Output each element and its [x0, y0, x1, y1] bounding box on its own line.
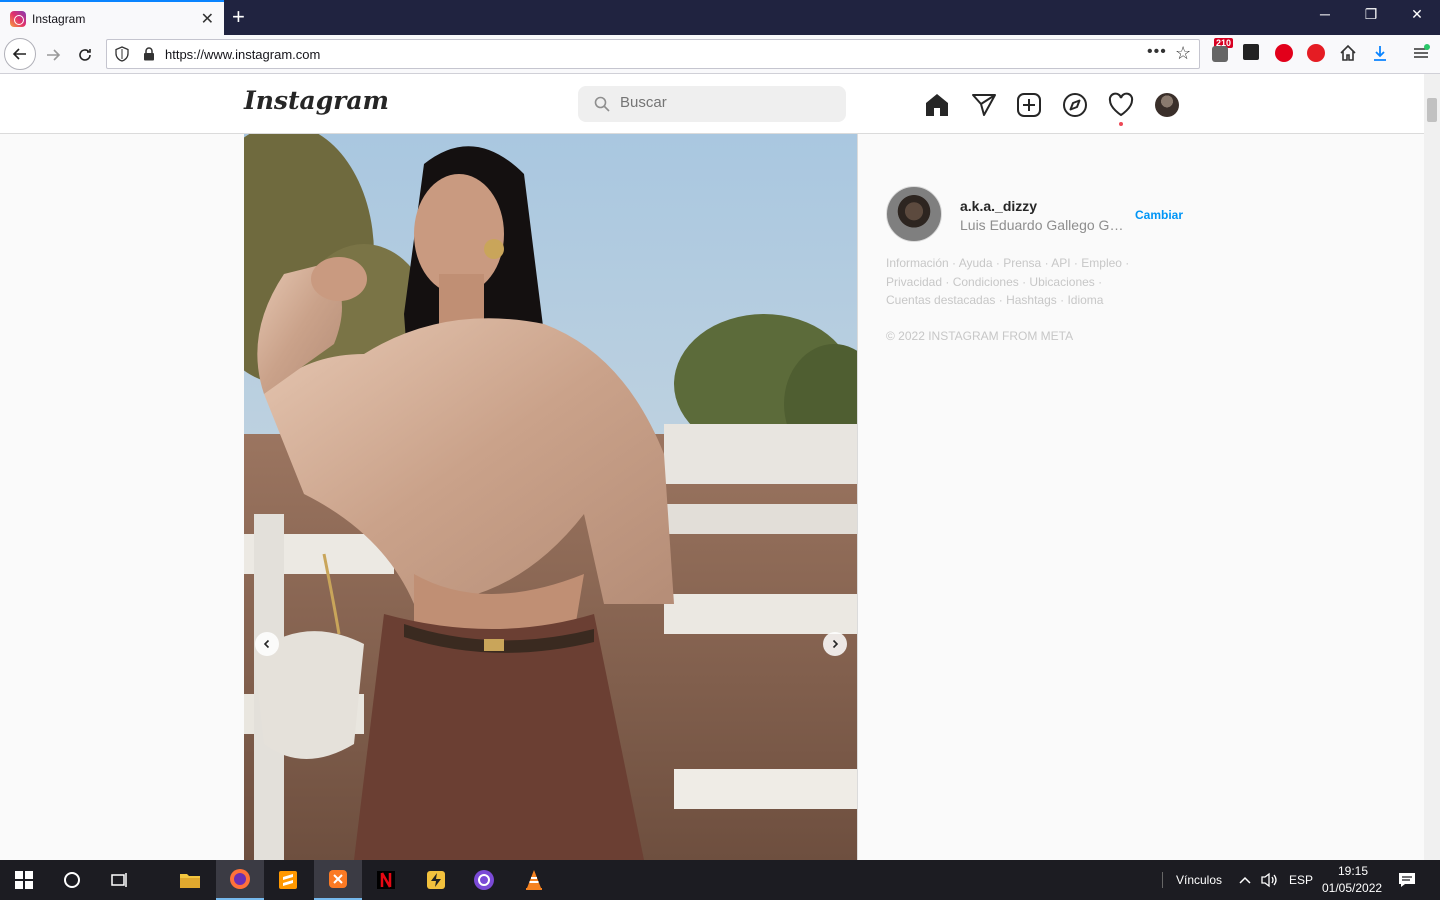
circle-search-icon [64, 872, 80, 888]
arrow-right-icon [47, 49, 61, 61]
footer-link-api[interactable]: API [1051, 256, 1070, 270]
new-post-icon[interactable] [1016, 92, 1042, 118]
clock-date[interactable]: 01/05/2022 [1322, 881, 1382, 895]
footer-link-condiciones[interactable]: Condiciones [953, 275, 1019, 289]
taskbar-file-explorer[interactable] [166, 860, 214, 900]
windows-taskbar: Vínculos ESP 19:15 01/05/2022 [0, 860, 1440, 900]
new-tab-button[interactable]: + [232, 4, 245, 30]
links-toolbar-label[interactable]: Vínculos [1176, 873, 1222, 887]
switch-account-button[interactable]: Cambiar [1135, 208, 1183, 222]
footer-links: Información · Ayuda · Prensa · API · Emp… [886, 256, 1130, 307]
footer-link-empleo[interactable]: Empleo [1081, 256, 1122, 270]
footer-link-prensa[interactable]: Prensa [1003, 256, 1041, 270]
post-image [244, 134, 857, 860]
taskbar-github-desktop[interactable] [460, 860, 508, 900]
task-view-button[interactable] [96, 860, 144, 900]
sidebar-username[interactable]: a.k.a._dizzy [960, 198, 1037, 214]
clock-time[interactable]: 19:15 [1338, 864, 1368, 878]
footer-link-privacidad[interactable]: Privacidad [886, 275, 942, 289]
task-view-icon [111, 873, 127, 887]
footer-link-ubicaciones[interactable]: Ubicaciones [1029, 275, 1094, 289]
window-close-button[interactable]: ✕ [1402, 6, 1432, 23]
taskbar-winamp[interactable] [412, 860, 460, 900]
ublock-origin-icon[interactable] [1275, 44, 1293, 62]
browser-tab[interactable]: Instagram ✕ [0, 0, 224, 35]
home-icon[interactable] [1339, 44, 1357, 62]
input-language-indicator[interactable]: ESP [1289, 873, 1313, 887]
netflix-icon [377, 871, 395, 889]
search-input[interactable] [620, 94, 830, 111]
search-cortana-button[interactable] [48, 860, 96, 900]
tab-title: Instagram [32, 11, 86, 26]
back-button[interactable] [4, 38, 36, 70]
lightning-app-icon [427, 871, 445, 889]
footer-link-cuentas-destacadas[interactable]: Cuentas destacadas [886, 293, 995, 307]
chevron-right-icon [832, 639, 839, 649]
search-box[interactable] [578, 86, 846, 122]
folder-icon [180, 874, 200, 888]
activity-heart-icon[interactable] [1108, 92, 1134, 118]
copyright-text: © 2022 INSTAGRAM FROM META [886, 329, 1074, 343]
shield-icon[interactable] [115, 46, 129, 62]
taskbar-separator [1162, 872, 1163, 888]
carousel-prev-button[interactable] [255, 632, 279, 656]
reload-button[interactable] [70, 40, 100, 70]
home-icon[interactable] [924, 92, 950, 118]
profile-avatar[interactable] [1155, 93, 1179, 117]
sublime-text-icon [279, 871, 297, 889]
instagram-favicon-icon [10, 10, 26, 27]
footer-link-informacion[interactable]: Información [886, 256, 949, 270]
github-icon [474, 870, 494, 890]
chevron-up-icon[interactable] [1238, 873, 1252, 887]
tab-close-button[interactable]: ✕ [201, 9, 214, 29]
instagram-logo[interactable]: Instagram [244, 86, 389, 115]
download-icon[interactable] [1371, 44, 1389, 62]
taskbar-netflix[interactable] [362, 860, 410, 900]
browser-navbar: https://www.instagram.com ••• ☆ 210 [0, 35, 1440, 74]
windows-logo-icon [15, 871, 33, 889]
scrollbar-thumb[interactable] [1427, 98, 1437, 122]
notification-dot [1119, 122, 1123, 126]
menu-hamburger-icon[interactable] [1412, 44, 1430, 62]
instagram-header: Instagram [0, 74, 1424, 134]
page-scrollbar[interactable] [1424, 74, 1440, 860]
url-bar[interactable]: https://www.instagram.com ••• ☆ [106, 39, 1200, 69]
taskbar-vlc[interactable] [510, 860, 558, 900]
translate-extension-icon[interactable] [1243, 44, 1259, 60]
taskbar-xampp[interactable] [314, 860, 362, 900]
action-center-icon[interactable] [1398, 872, 1416, 888]
privacy-extension-icon[interactable] [1212, 46, 1228, 62]
url-text[interactable]: https://www.instagram.com [165, 47, 320, 62]
chevron-left-icon [263, 639, 270, 649]
arrow-left-icon [12, 48, 26, 60]
sidebar-avatar[interactable] [886, 186, 942, 242]
sidebar-fullname: Luis Eduardo Gallego Gar... [960, 217, 1130, 233]
xampp-icon [329, 870, 347, 888]
browser-titlebar: Instagram ✕ + ─ ❐ ✕ [0, 0, 1440, 35]
carousel-next-button[interactable] [823, 632, 847, 656]
bookmark-star-icon[interactable]: ☆ [1175, 43, 1191, 64]
firefox-icon [230, 869, 250, 889]
taskbar-sublime-text[interactable] [264, 860, 312, 900]
footer-link-idioma[interactable]: Idioma [1067, 293, 1103, 307]
speaker-volume-icon[interactable] [1260, 872, 1278, 888]
footer-link-ayuda[interactable]: Ayuda [959, 256, 993, 270]
adblock-plus-icon[interactable] [1307, 44, 1325, 62]
vlc-cone-icon [526, 870, 542, 890]
post-photo[interactable] [244, 134, 858, 860]
minimize-button[interactable]: ─ [1310, 6, 1340, 22]
lock-icon[interactable] [143, 47, 155, 61]
explore-icon[interactable] [1062, 92, 1088, 118]
start-button[interactable] [0, 860, 48, 900]
taskbar-firefox[interactable] [216, 860, 264, 900]
reload-icon [79, 49, 91, 61]
forward-button[interactable] [38, 40, 68, 70]
restore-button[interactable]: ❐ [1356, 6, 1386, 23]
direct-message-icon[interactable] [971, 92, 997, 118]
search-icon [594, 96, 610, 112]
page-actions-icon[interactable]: ••• [1147, 43, 1167, 61]
footer-link-hashtags[interactable]: Hashtags [1006, 293, 1057, 307]
